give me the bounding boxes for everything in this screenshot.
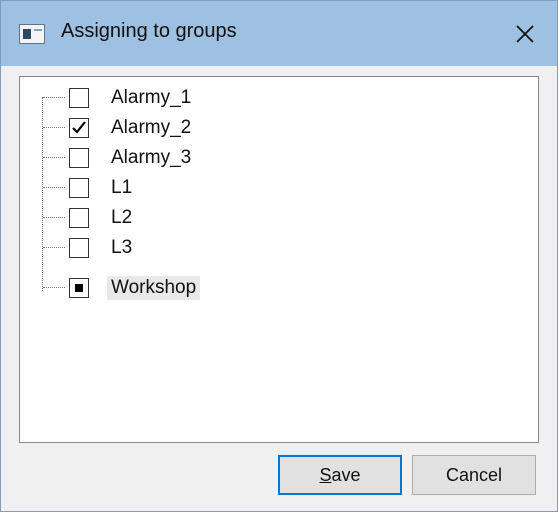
save-mnemonic: S bbox=[319, 465, 332, 485]
tree-connector bbox=[43, 187, 65, 188]
tree-item-workshop[interactable]: Workshop bbox=[43, 273, 243, 303]
title-bar[interactable]: Assigning to groups bbox=[1, 1, 557, 66]
tree-item-label: Alarmy_2 bbox=[111, 117, 192, 138]
app-window-icon bbox=[19, 24, 45, 44]
tree-item-label: L2 bbox=[111, 207, 133, 228]
tree-connector bbox=[43, 217, 65, 218]
dialog-title: Assigning to groups bbox=[61, 20, 237, 42]
save-button[interactable]: Save bbox=[278, 455, 402, 495]
tree-item-label: Alarmy_1 bbox=[111, 87, 192, 108]
tree-item-l3[interactable]: L3 bbox=[43, 233, 243, 263]
checkbox-workshop[interactable] bbox=[69, 278, 89, 298]
tree-item-label: Alarmy_3 bbox=[111, 147, 192, 168]
checkbox-l1[interactable] bbox=[69, 178, 89, 198]
checkbox-alarmy-1[interactable] bbox=[69, 88, 89, 108]
tree-connector bbox=[43, 97, 65, 98]
tree-item-alarmy-3[interactable]: Alarmy_3 bbox=[43, 143, 243, 173]
tree-connector bbox=[43, 127, 65, 128]
tree-item-label: Workshop bbox=[107, 276, 201, 300]
cancel-button[interactable]: Cancel bbox=[412, 455, 536, 495]
tree-connector bbox=[43, 247, 65, 248]
indeterminate-mark-icon bbox=[75, 284, 83, 292]
checkbox-alarmy-2[interactable] bbox=[69, 118, 89, 138]
close-icon bbox=[516, 25, 534, 43]
tree-connector bbox=[43, 287, 65, 288]
group-tree[interactable]: Alarmy_1 Alarmy_2 Alarmy_3 L1 L2 L3 Work… bbox=[19, 76, 539, 443]
save-label-rest: ave bbox=[331, 465, 361, 485]
checkbox-l2[interactable] bbox=[69, 208, 89, 228]
tree-item-label: L1 bbox=[111, 177, 133, 198]
assigning-dialog: Assigning to groups Alarmy_1 Alarmy_2 Al… bbox=[0, 0, 558, 512]
tree-item-alarmy-2[interactable]: Alarmy_2 bbox=[43, 113, 243, 143]
tree-item-l1[interactable]: L1 bbox=[43, 173, 243, 203]
tree-connector bbox=[43, 157, 65, 158]
tree-item-label: L3 bbox=[111, 237, 133, 258]
checkbox-alarmy-3[interactable] bbox=[69, 148, 89, 168]
tree-item-l2[interactable]: L2 bbox=[43, 203, 243, 233]
checkmark-icon bbox=[72, 121, 86, 134]
checkbox-l3[interactable] bbox=[69, 238, 89, 258]
tree-item-alarmy-1[interactable]: Alarmy_1 bbox=[43, 83, 243, 113]
close-button[interactable] bbox=[505, 15, 545, 51]
